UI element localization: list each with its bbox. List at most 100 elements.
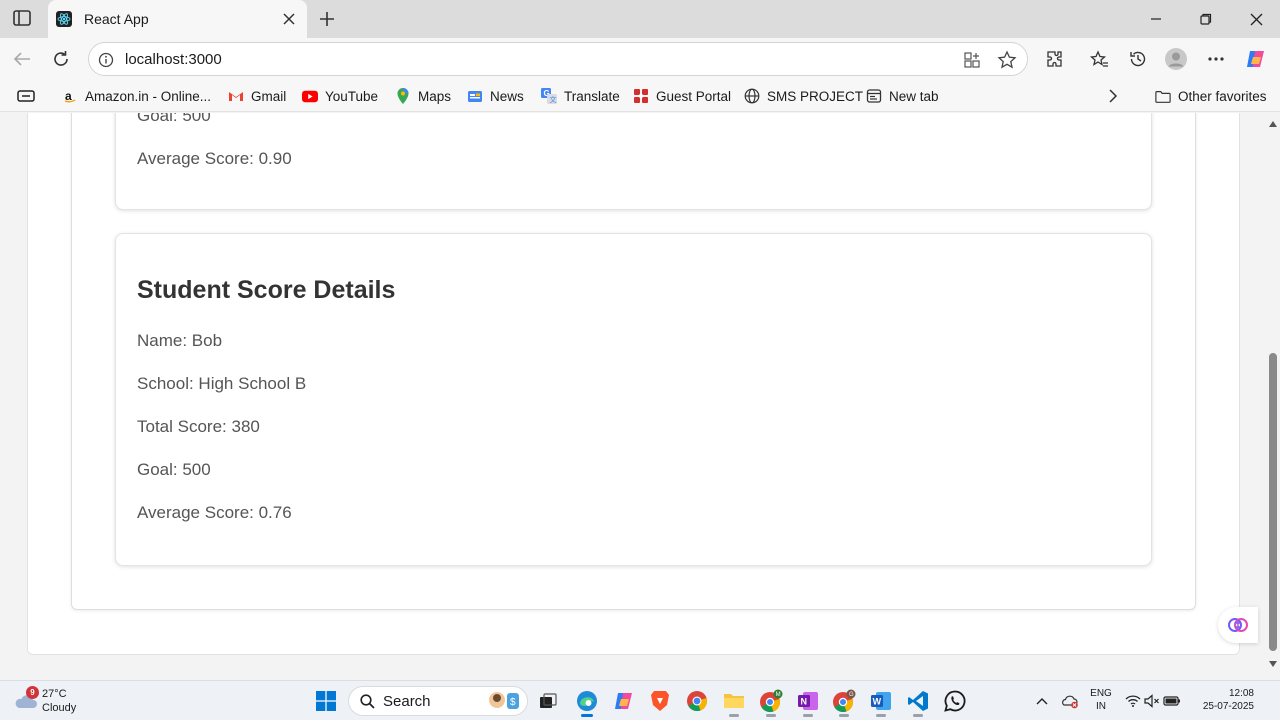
folder-icon [1155, 88, 1171, 104]
app-available-icon[interactable] [962, 50, 982, 70]
card-heading: Student Score Details [137, 276, 396, 304]
favorite-label: New tab [889, 88, 939, 104]
browser-title-bar: React App [0, 0, 1280, 38]
favorite-youtube[interactable]: YouTube [302, 85, 378, 107]
extensions-icon[interactable] [1043, 47, 1067, 71]
back-arrow-icon[interactable] [10, 47, 34, 71]
profile-avatar[interactable] [1164, 47, 1188, 71]
favorite-new-tab[interactable]: New tab [866, 85, 939, 107]
goal-text: Goal: 500 [137, 113, 211, 125]
copilot-icon[interactable] [1244, 47, 1268, 71]
favorite-label: Guest Portal [656, 88, 732, 104]
more-options-icon[interactable] [1204, 47, 1228, 71]
restore-icon[interactable] [1196, 9, 1216, 29]
school-text: School: High School B [137, 374, 307, 393]
favorite-label: Translate [564, 88, 620, 104]
favorite-news[interactable]: News [467, 85, 524, 107]
average-score-text: Average Score: 0.76 [137, 503, 292, 522]
svg-text:M: M [776, 692, 781, 698]
address-bar[interactable]: localhost:3000 [88, 42, 1028, 76]
scrollbar-thumb[interactable] [1269, 353, 1277, 651]
other-favorites-label: Other favorites [1178, 88, 1267, 104]
svg-text:文: 文 [550, 95, 557, 104]
show-hidden-icons-chevron-icon[interactable] [1034, 689, 1050, 713]
close-tab-icon[interactable] [281, 11, 297, 27]
search-highlight-icon: $ [485, 689, 523, 713]
weather-badge: 9 [26, 686, 39, 699]
wifi-icon[interactable] [1124, 689, 1142, 713]
language-code: ENG [1090, 688, 1112, 699]
favorite-label: Maps [418, 88, 452, 104]
floating-assistant-icon[interactable] [1218, 607, 1258, 643]
vscode-icon[interactable] [906, 689, 930, 713]
running-app-indicator [876, 714, 886, 717]
favorite-maps[interactable]: Maps [395, 85, 451, 107]
navigation-bar: localhost:3000 [0, 38, 1280, 80]
svg-text:G: G [849, 692, 854, 698]
tab-title: React App [84, 11, 149, 27]
taskbar-search-box[interactable]: Search $ [348, 686, 528, 716]
whatsapp-icon[interactable] [943, 689, 967, 713]
weather-condition: Cloudy [42, 702, 77, 714]
running-app-indicator [729, 714, 739, 717]
sidebar-toggle-icon[interactable] [10, 7, 34, 29]
url-text: localhost:3000 [125, 51, 222, 68]
favorites-icon[interactable] [1087, 47, 1111, 71]
scroll-up-icon[interactable] [1268, 119, 1278, 129]
windows-start-icon[interactable] [314, 689, 338, 713]
history-icon[interactable] [1126, 47, 1150, 71]
favorite-star-icon[interactable] [997, 50, 1017, 70]
chrome-profile-g-icon[interactable]: G [832, 689, 856, 713]
onenote-icon[interactable]: N [796, 689, 820, 713]
input-language-indicator[interactable]: ENG IN [1088, 687, 1114, 713]
favorite-guest-portal[interactable]: Guest Portal [633, 85, 731, 107]
weather-temperature: 27°C [42, 688, 67, 700]
favorite-label: Gmail [251, 88, 287, 104]
other-favorites[interactable]: Other favorites [1155, 85, 1267, 107]
svg-text:N: N [801, 697, 808, 707]
gmail-icon [228, 88, 244, 104]
news-icon [467, 88, 483, 104]
close-window-icon[interactable] [1246, 9, 1266, 29]
svg-text:W: W [873, 697, 882, 707]
favorite-gmail[interactable]: Gmail [228, 85, 286, 107]
favorite-label: SMS PROJECT [767, 88, 864, 104]
favorite-amazon[interactable]: a Amazon.in - Online... [62, 85, 211, 107]
region-code: IN [1096, 701, 1106, 712]
favorites-bar: a Amazon.in - Online... Gmail YouTube Ma… [0, 80, 1280, 112]
new-tab-button[interactable] [316, 8, 338, 30]
favorite-label: YouTube [325, 88, 379, 104]
chrome-icon[interactable] [685, 689, 709, 713]
guest-portal-icon [633, 88, 649, 104]
youtube-icon [302, 88, 318, 104]
onedrive-error-icon[interactable] [1060, 689, 1080, 713]
brave-browser-icon[interactable] [648, 689, 672, 713]
vertical-scrollbar[interactable] [1265, 113, 1280, 678]
volume-muted-icon[interactable] [1143, 689, 1161, 713]
battery-charging-icon[interactable] [1162, 689, 1182, 713]
edge-browser-icon[interactable] [575, 689, 599, 713]
clock-date: 25-07-2025 [1202, 701, 1254, 712]
word-icon[interactable]: W [869, 689, 893, 713]
weather-widget[interactable]: 9 27°C Cloudy [14, 686, 94, 716]
translate-icon: G文 [541, 88, 557, 104]
scroll-down-icon[interactable] [1268, 659, 1278, 669]
search-label: Search [383, 692, 431, 710]
tab-react-app[interactable]: React App [48, 0, 307, 38]
minimize-icon[interactable] [1146, 9, 1166, 29]
reading-view-icon[interactable] [17, 85, 35, 107]
chrome-profile-m-icon[interactable]: M [759, 689, 783, 713]
system-clock[interactable]: 12:08 25-07-2025 [1192, 687, 1254, 713]
file-explorer-icon[interactable] [722, 689, 746, 713]
chevron-right-icon[interactable] [1108, 85, 1118, 107]
favorite-sms-project[interactable]: SMS PROJECT [744, 85, 863, 107]
copilot-app-icon[interactable] [612, 689, 636, 713]
favorite-translate[interactable]: G文 Translate [541, 85, 620, 107]
page-viewport[interactable]: Goal: 500 Average Score: 0.90 Student Sc… [0, 113, 1280, 678]
new-tab-icon [866, 88, 882, 104]
refresh-icon[interactable] [49, 47, 73, 71]
site-info-icon[interactable] [97, 51, 115, 69]
average-score-text: Average Score: 0.90 [137, 149, 292, 168]
svg-text:$: $ [510, 697, 516, 708]
task-view-icon[interactable] [536, 689, 560, 713]
